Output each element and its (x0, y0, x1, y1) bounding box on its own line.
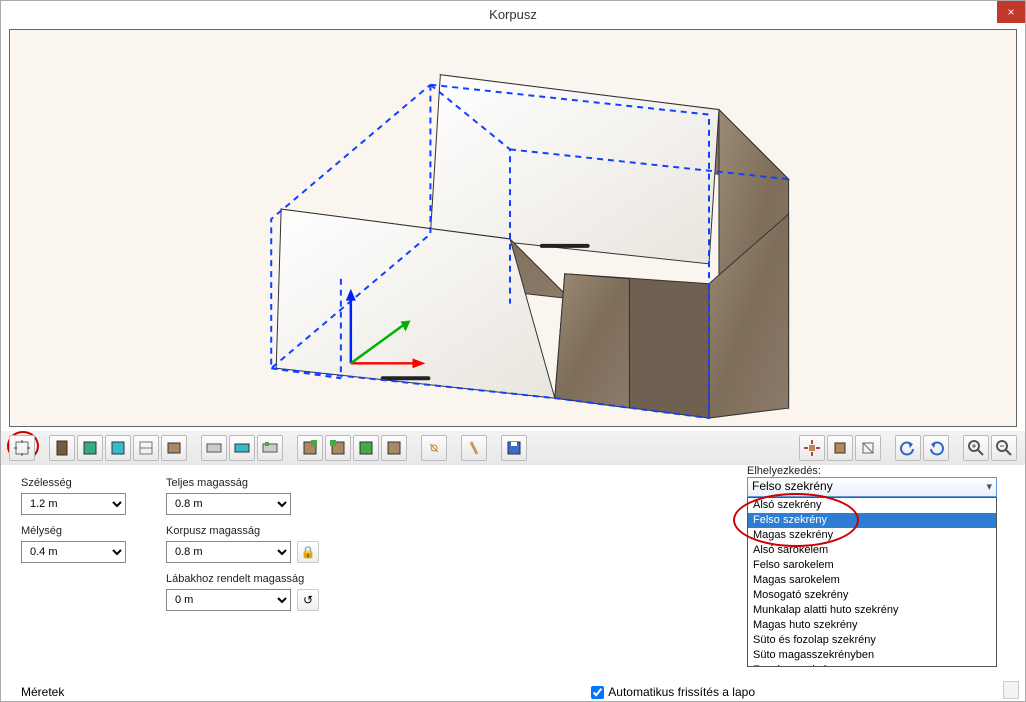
tool-shelf-1-button[interactable] (297, 435, 323, 461)
tool-orientation-button[interactable] (855, 435, 881, 461)
tool-divider-button[interactable] (461, 435, 487, 461)
placement-option[interactable]: Munkalap alatti huto szekrény (748, 603, 996, 618)
width-input[interactable]: 1.2 m (21, 493, 126, 515)
tool-drawer-2-button[interactable] (229, 435, 255, 461)
reset-icon: ↺ (303, 593, 313, 607)
tool-door-1-button[interactable] (49, 435, 75, 461)
viewport-3d[interactable] (9, 29, 1017, 427)
tool-undo-button[interactable] (895, 435, 921, 461)
scroll-stub[interactable] (1003, 681, 1019, 699)
placement-option[interactable]: Mosogató szekrény (748, 588, 996, 603)
tool-save-button[interactable] (501, 435, 527, 461)
highlight-circle-placement (733, 493, 859, 547)
close-icon: × (1007, 5, 1014, 19)
properties-panel: Szélesség 1.2 m Mélység 0.4 m Teljes mag… (1, 465, 1025, 619)
tool-door-5-button[interactable] (161, 435, 187, 461)
cabinet-3d-render (10, 30, 1016, 426)
placement-option[interactable]: Süto és fozolap szekrény (748, 633, 996, 648)
auto-update-label: Automatikus frissítés a lapo (608, 685, 755, 699)
placement-option[interactable]: Magas huto szekrény (748, 618, 996, 633)
tool-zoom-in-button[interactable] (963, 435, 989, 461)
tool-zoom-out-button[interactable] (991, 435, 1017, 461)
tool-door-3-button[interactable] (105, 435, 131, 461)
placement-label: Elhelyezkedés: (747, 465, 999, 477)
depth-label: Mélység (21, 525, 126, 537)
tool-redo-button[interactable] (923, 435, 949, 461)
tool-dimensions-button[interactable] (9, 435, 35, 461)
tool-handles-button[interactable] (421, 435, 447, 461)
tool-shelf-2-button[interactable] (325, 435, 351, 461)
tool-door-2-button[interactable] (77, 435, 103, 461)
width-label: Szélesség (21, 477, 126, 489)
main-toolbar (1, 431, 1025, 465)
reset-leg-button[interactable]: ↺ (297, 589, 319, 611)
tool-shelf-4-button[interactable] (381, 435, 407, 461)
placement-option[interactable]: Süto magasszekrényben (748, 648, 996, 663)
placement-option[interactable]: Magas sarokelem (748, 573, 996, 588)
depth-input[interactable]: 0.4 m (21, 541, 126, 563)
auto-update-row[interactable]: Automatikus frissítés a lapo (591, 685, 755, 699)
status-bar: Méretek Automatikus frissítés a lapo (21, 685, 1005, 699)
leg-height-input[interactable]: 0 m (166, 589, 291, 611)
tool-drawer-3-button[interactable] (257, 435, 283, 461)
title-bar: Korpusz × (1, 1, 1025, 27)
full-height-input[interactable]: 0.8 m (166, 493, 291, 515)
lock-height-button[interactable]: 🔒 (297, 541, 319, 563)
section-label: Méretek (21, 685, 64, 699)
placement-option[interactable]: Felso sarokelem (748, 558, 996, 573)
tool-shelf-3-button[interactable] (353, 435, 379, 461)
tool-position-button[interactable] (827, 435, 853, 461)
full-height-label: Teljes magasság (166, 477, 319, 489)
auto-update-checkbox[interactable] (591, 686, 604, 699)
korpus-height-input[interactable]: 0.8 m (166, 541, 291, 563)
tool-drawer-1-button[interactable] (201, 435, 227, 461)
window-title: Korpusz (489, 7, 537, 22)
lock-icon: 🔒 (301, 545, 316, 559)
close-button[interactable]: × (997, 1, 1025, 23)
leg-height-label: Lábakhoz rendelt magasság (166, 573, 319, 585)
tool-move-button[interactable] (799, 435, 825, 461)
placement-option[interactable]: Fozolap szekrény (748, 663, 996, 667)
tool-door-4-button[interactable] (133, 435, 159, 461)
korpus-height-label: Korpusz magasság (166, 525, 319, 537)
